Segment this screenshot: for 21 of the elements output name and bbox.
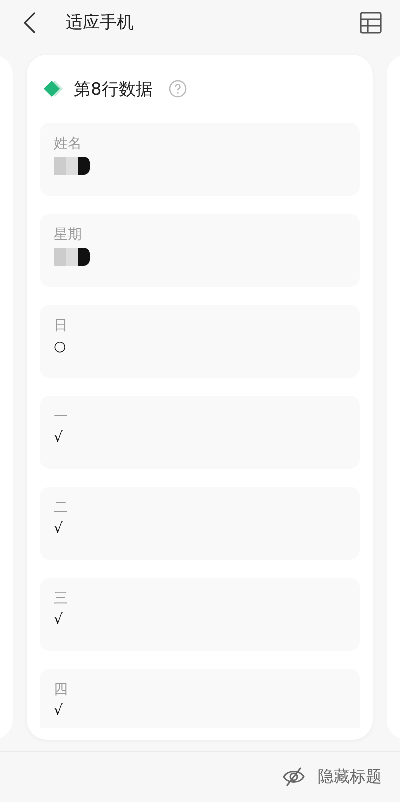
field-value: √ bbox=[54, 703, 63, 719]
field-label: 三 bbox=[54, 590, 68, 608]
back-icon[interactable] bbox=[24, 12, 36, 34]
card-title: 第8行数据 bbox=[74, 78, 153, 100]
redacted-value bbox=[54, 248, 90, 266]
field-label: 姓名 bbox=[54, 135, 82, 153]
field-value: √ bbox=[54, 521, 63, 537]
field-value: ○ bbox=[54, 339, 66, 355]
table-icon[interactable] bbox=[360, 12, 382, 34]
diamond-icon bbox=[44, 80, 66, 98]
page-title: 适应手机 bbox=[66, 12, 135, 34]
field-value: √ bbox=[54, 430, 63, 446]
hidden-eye-icon bbox=[282, 767, 306, 787]
field-value: √ bbox=[54, 612, 63, 628]
field-label: 星期 bbox=[54, 226, 82, 244]
field-label: 日 bbox=[54, 317, 68, 335]
field-label: 二 bbox=[54, 499, 68, 517]
hide-title-button[interactable]: 隐藏标题 bbox=[282, 766, 382, 788]
redacted-value bbox=[54, 157, 90, 175]
field-label: 四 bbox=[54, 681, 68, 699]
field-label: 一 bbox=[54, 408, 68, 426]
